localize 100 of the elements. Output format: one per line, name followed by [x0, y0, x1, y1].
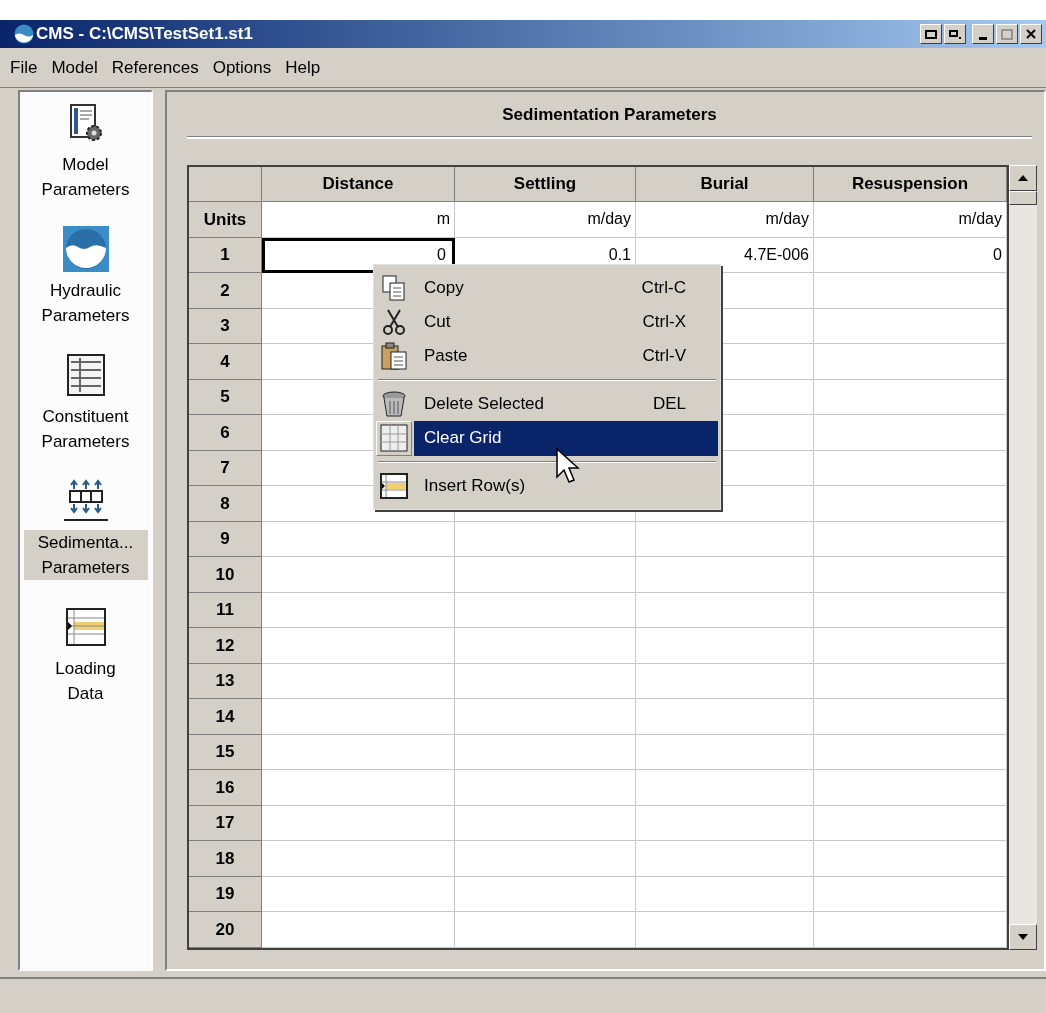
table-cell[interactable]: [814, 734, 1007, 770]
restore-window-button[interactable]: [920, 24, 942, 44]
table-cell[interactable]: [262, 805, 455, 841]
row-header[interactable]: 20: [189, 912, 262, 948]
row-header[interactable]: 13: [189, 663, 262, 699]
table-cell[interactable]: [262, 628, 455, 664]
row-header[interactable]: 18: [189, 841, 262, 877]
table-cell[interactable]: [814, 841, 1007, 877]
scrollbar[interactable]: [1009, 164, 1037, 950]
table-cell[interactable]: [636, 912, 814, 948]
table-cell[interactable]: [814, 521, 1007, 557]
table-cell[interactable]: [814, 379, 1007, 415]
menu-item[interactable]: Model: [45, 52, 104, 83]
row-header[interactable]: 12: [189, 628, 262, 664]
table-cell[interactable]: [636, 876, 814, 912]
table-cell[interactable]: [455, 805, 636, 841]
table-cell[interactable]: [455, 663, 636, 699]
table-cell[interactable]: 0: [814, 237, 1007, 273]
table-cell[interactable]: [455, 841, 636, 877]
menu-item[interactable]: Delete Selected DEL: [414, 386, 718, 422]
tile-window-button[interactable]: [944, 24, 966, 44]
column-header[interactable]: Burial: [636, 166, 814, 202]
row-header[interactable]: 11: [189, 592, 262, 628]
menu-item[interactable]: Options: [206, 52, 278, 83]
table-cell[interactable]: [455, 876, 636, 912]
table-cell[interactable]: [455, 734, 636, 770]
table-cell[interactable]: [636, 592, 814, 628]
table-cell[interactable]: [814, 415, 1007, 451]
row-header[interactable]: 6: [189, 415, 262, 451]
table-cell[interactable]: [455, 592, 636, 628]
table-cell[interactable]: [814, 770, 1007, 806]
table-cell[interactable]: [455, 557, 636, 593]
menu-item[interactable]: Clear Grid: [414, 420, 718, 456]
table-cell[interactable]: [262, 699, 455, 735]
table-cell[interactable]: [814, 450, 1007, 486]
sidebar-item[interactable]: Constituent Parameters: [23, 404, 148, 454]
table-cell[interactable]: [262, 876, 455, 912]
table-cell[interactable]: [814, 699, 1007, 735]
table-cell[interactable]: [262, 521, 455, 557]
row-header[interactable]: 8: [189, 486, 262, 522]
table-cell[interactable]: [636, 734, 814, 770]
row-header[interactable]: 14: [189, 699, 262, 735]
table-cell[interactable]: [636, 699, 814, 735]
table-cell[interactable]: [455, 770, 636, 806]
row-header[interactable]: 4: [189, 344, 262, 380]
sidebar-item[interactable]: Loading Data: [23, 656, 148, 706]
scroll-down-button[interactable]: [1009, 923, 1037, 950]
row-header[interactable]: 15: [189, 734, 262, 770]
row-header[interactable]: 17: [189, 805, 262, 841]
table-cell[interactable]: [636, 557, 814, 593]
table-cell[interactable]: [262, 663, 455, 699]
menu-item[interactable]: References: [105, 52, 205, 83]
row-header[interactable]: 9: [189, 521, 262, 557]
row-header[interactable]: 2: [189, 273, 262, 309]
table-cell[interactable]: [262, 557, 455, 593]
table-cell[interactable]: [814, 876, 1007, 912]
table-cell[interactable]: [455, 628, 636, 664]
table-cell[interactable]: [636, 628, 814, 664]
table-cell[interactable]: [262, 770, 455, 806]
table-cell[interactable]: [814, 273, 1007, 309]
menu-item[interactable]: Paste Ctrl-V: [414, 338, 718, 374]
sidebar-item[interactable]: Model Parameters: [23, 152, 148, 202]
scroll-up-button[interactable]: [1009, 164, 1037, 191]
sidebar-item[interactable]: Sedimenta... Parameters: [23, 530, 148, 580]
row-header[interactable]: 1: [189, 237, 262, 273]
row-header[interactable]: 7: [189, 450, 262, 486]
table-cell[interactable]: [814, 486, 1007, 522]
table-cell[interactable]: [455, 912, 636, 948]
menu-item[interactable]: Insert Row(s): [414, 468, 718, 504]
table-cell[interactable]: [814, 592, 1007, 628]
table-cell[interactable]: [262, 912, 455, 948]
table-cell[interactable]: [455, 521, 636, 557]
table-cell[interactable]: [814, 344, 1007, 380]
table-cell[interactable]: [814, 805, 1007, 841]
menu-item[interactable]: File: [4, 52, 44, 83]
close-button[interactable]: [1020, 24, 1042, 44]
column-header[interactable]: Settling: [455, 166, 636, 202]
table-cell[interactable]: [636, 805, 814, 841]
menu-item[interactable]: Copy Ctrl-C: [414, 270, 718, 306]
row-header[interactable]: 3: [189, 308, 262, 344]
table-cell[interactable]: [262, 592, 455, 628]
table-cell[interactable]: [636, 521, 814, 557]
sidebar-item[interactable]: Hydraulic Parameters: [23, 278, 148, 328]
table-cell[interactable]: [455, 699, 636, 735]
menu-item[interactable]: Help: [279, 52, 327, 83]
row-header[interactable]: 5: [189, 379, 262, 415]
column-header[interactable]: Distance: [262, 166, 455, 202]
maximize-button[interactable]: [996, 24, 1018, 44]
row-header[interactable]: 16: [189, 770, 262, 806]
column-header[interactable]: Resuspension: [814, 166, 1007, 202]
table-cell[interactable]: [814, 912, 1007, 948]
table-cell[interactable]: [814, 663, 1007, 699]
table-cell[interactable]: [814, 308, 1007, 344]
row-header[interactable]: 10: [189, 557, 262, 593]
table-cell[interactable]: [814, 628, 1007, 664]
table-cell[interactable]: [262, 841, 455, 877]
menu-item[interactable]: Cut Ctrl-X: [414, 304, 718, 340]
table-cell[interactable]: [262, 734, 455, 770]
minimize-button[interactable]: [972, 24, 994, 44]
table-cell[interactable]: [636, 841, 814, 877]
